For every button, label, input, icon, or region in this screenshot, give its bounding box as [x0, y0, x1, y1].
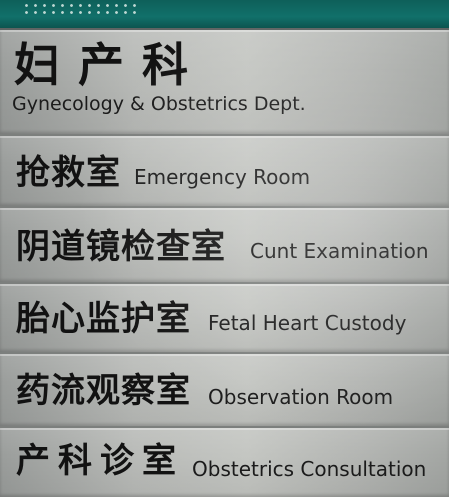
department-title-english: Gynecology & Obstetrics Dept. — [12, 93, 306, 115]
room-panel-emergency: 抢救室 Emergency Room — [0, 134, 449, 206]
room-panel-obstetrics-consultation: 产科诊室 Obstetrics Consultation — [0, 426, 449, 497]
dot-pattern — [22, 2, 142, 16]
room-name-chinese: 药流观察室 — [16, 371, 191, 411]
sign-top-strip — [0, 0, 449, 28]
sign-title-panel: 妇产科 Gynecology & Obstetrics Dept. — [0, 28, 449, 134]
room-panel-colposcopy: 阴道镜检查室 Cunt Examination — [0, 206, 449, 282]
room-name-english: Emergency Room — [134, 165, 311, 189]
room-panel-observation: 药流观察室 Observation Room — [0, 352, 449, 426]
room-name-chinese: 阴道镜检查室 — [16, 227, 226, 267]
department-title-chinese: 妇产科 — [14, 38, 206, 92]
room-name-english: Observation Room — [208, 385, 394, 409]
room-name-english: Cunt Examination — [250, 239, 429, 263]
room-name-chinese: 胎心监护室 — [16, 299, 191, 339]
department-directory-sign: 妇产科 Gynecology & Obstetrics Dept. 抢救室 Em… — [0, 0, 449, 497]
room-name-english: Fetal Heart Custody — [208, 311, 407, 335]
room-panel-fetal-heart: 胎心监护室 Fetal Heart Custody — [0, 282, 449, 352]
room-name-chinese: 产科诊室 — [16, 441, 184, 481]
room-name-english: Obstetrics Consultation — [192, 457, 427, 481]
room-name-chinese: 抢救室 — [16, 153, 121, 193]
